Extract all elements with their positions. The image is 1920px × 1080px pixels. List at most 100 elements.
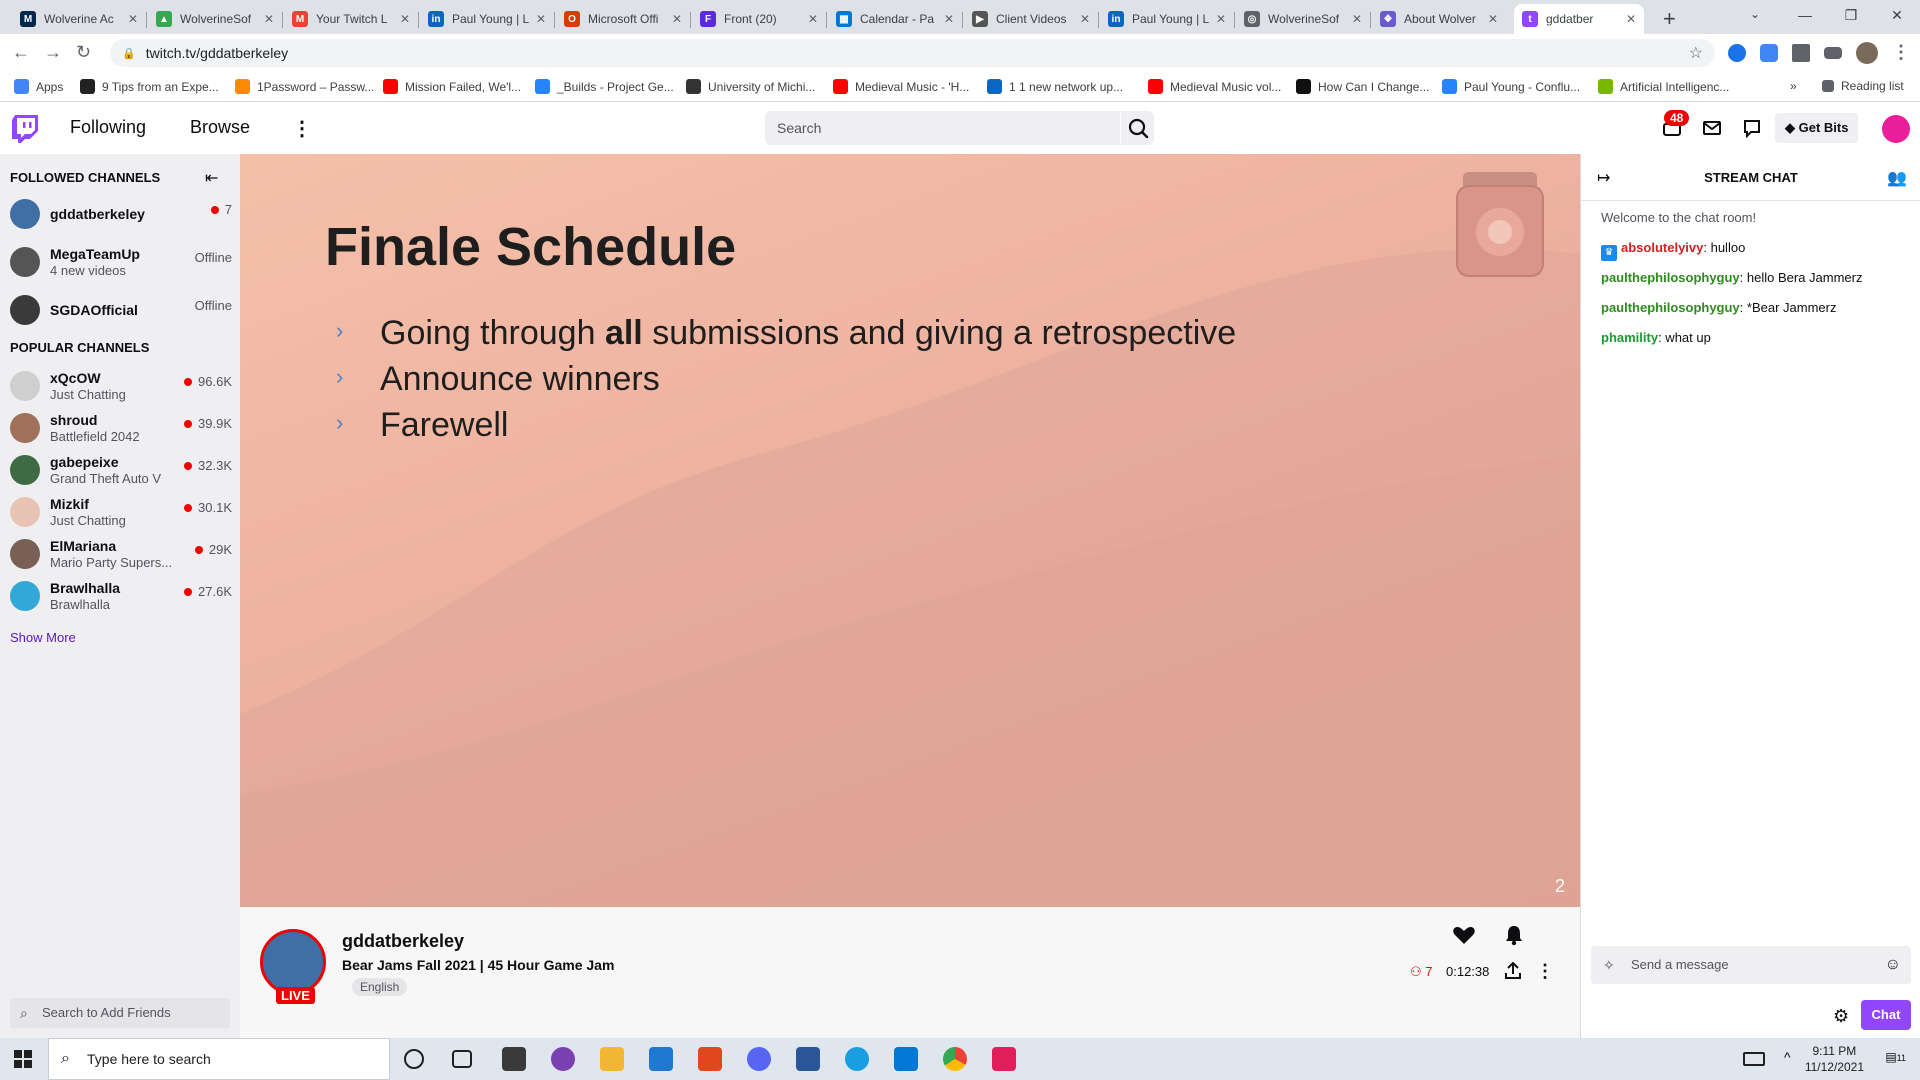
show-more-link[interactable]: Show More	[10, 630, 76, 645]
twitch-logo-icon[interactable]	[12, 115, 38, 143]
reload-icon[interactable]: ↻	[76, 42, 91, 63]
bookmark-item[interactable]: How Can I Change...	[1296, 79, 1429, 94]
more-menu-icon[interactable]: ⋮	[292, 116, 312, 141]
close-tab-icon[interactable]: ✕	[1080, 12, 1090, 26]
browser-tab[interactable]: ❖ About Wolver ✕	[1372, 4, 1506, 34]
browser-menu-icon[interactable]: ⋮	[1892, 42, 1910, 63]
more-bookmarks-button[interactable]: »	[1790, 79, 1797, 93]
nav-browse[interactable]: Browse	[190, 117, 250, 138]
bookmark-item[interactable]: 1Password – Passw...	[235, 79, 374, 94]
close-tab-icon[interactable]: ✕	[1352, 12, 1362, 26]
user-avatar[interactable]	[1882, 115, 1910, 143]
file-explorer-icon[interactable]	[600, 1047, 624, 1071]
vscode-icon[interactable]	[894, 1047, 918, 1071]
nav-following[interactable]: Following	[70, 117, 146, 138]
browser-tab[interactable]: ▲ WolverineSof ✕	[148, 4, 282, 34]
language-tag[interactable]: English	[352, 978, 408, 996]
bookmark-item[interactable]: Mission Failed, We'l...	[383, 79, 521, 94]
lock-icon[interactable]: 🔒	[122, 47, 136, 60]
bookmark-item[interactable]: Medieval Music vol...	[1148, 79, 1281, 94]
browser-tab[interactable]: t gddatber ✕	[1514, 4, 1644, 34]
channel-name[interactable]: gddatberkeley	[342, 931, 464, 952]
whispers-inbox-icon[interactable]	[1702, 118, 1722, 138]
chat-username[interactable]: paulthephilosophyguy	[1601, 270, 1740, 285]
close-tab-icon[interactable]: ✕	[264, 12, 274, 26]
extensions-puzzle-icon[interactable]	[1792, 44, 1810, 62]
follow-heart-icon[interactable]	[1448, 919, 1480, 951]
system-clock[interactable]: 9:11 PM 11/12/2021	[1805, 1043, 1864, 1075]
chat-username[interactable]: paulthephilosophyguy	[1601, 300, 1740, 315]
mail-icon[interactable]	[649, 1047, 673, 1071]
get-bits-button[interactable]: ◆ Get Bits	[1775, 113, 1859, 143]
media-controls-icon[interactable]	[1824, 47, 1842, 59]
maximize-button[interactable]: ❐	[1828, 0, 1874, 30]
browser-tab[interactable]: M Your Twitch L ✕	[284, 4, 418, 34]
close-tab-icon[interactable]: ✕	[128, 12, 138, 26]
back-icon[interactable]: ←	[12, 42, 30, 63]
collapse-sidebar-icon[interactable]: ⇤	[205, 168, 218, 188]
sidebar-channel[interactable]: Mizkif Just Chatting 30.1K	[10, 494, 232, 532]
sidebar-channel[interactable]: Brawlhalla Brawlhalla 27.6K	[10, 578, 232, 616]
chat-send-button[interactable]: Chat	[1861, 1000, 1911, 1030]
taskbar-search-input[interactable]: ⌕ Type here to search	[48, 1038, 390, 1080]
notification-bell-icon[interactable]	[1498, 919, 1530, 951]
bookmark-item[interactable]: Artificial Intelligenc...	[1598, 79, 1729, 94]
close-tab-icon[interactable]: ✕	[536, 12, 546, 26]
profile-avatar[interactable]	[1856, 42, 1878, 64]
emote-picker-icon[interactable]: ☺	[1885, 946, 1901, 984]
close-tab-icon[interactable]: ✕	[1216, 12, 1226, 26]
chrome-icon[interactable]	[943, 1047, 967, 1071]
close-window-button[interactable]: ✕	[1874, 0, 1920, 30]
share-icon[interactable]	[1503, 961, 1523, 981]
community-icon[interactable]: 👥	[1887, 168, 1907, 188]
keyboard-icon[interactable]	[1743, 1052, 1765, 1066]
microsoft-store-icon[interactable]	[502, 1047, 526, 1071]
close-tab-icon[interactable]: ✕	[1626, 12, 1636, 26]
whispers-icon[interactable]	[1742, 118, 1762, 138]
sidebar-channel[interactable]: ElMariana Mario Party Supers... 29K	[10, 536, 232, 574]
close-tab-icon[interactable]: ✕	[1488, 12, 1498, 26]
cortana-icon[interactable]	[404, 1049, 424, 1069]
address-bar[interactable]: 🔒 twitch.tv/gddatberkeley ☆	[110, 39, 1715, 67]
browser-tab[interactable]: in Paul Young | L ✕	[1100, 4, 1234, 34]
chat-settings-gear-icon[interactable]: ⚙	[1833, 1006, 1849, 1027]
close-tab-icon[interactable]: ✕	[944, 12, 954, 26]
reading-list-button[interactable]: Reading list	[1822, 79, 1904, 93]
new-tab-button[interactable]: +	[1663, 6, 1676, 32]
sidebar-channel[interactable]: shroud Battlefield 2042 39.9K	[10, 410, 232, 448]
extension-screencast-icon[interactable]	[1760, 44, 1778, 62]
chat-username[interactable]: absolutelyivy	[1621, 240, 1703, 255]
browser-tab[interactable]: ◎ WolverineSof ✕	[1236, 4, 1370, 34]
close-tab-icon[interactable]: ✕	[400, 12, 410, 26]
bookmark-item[interactable]: 9 Tips from an Expe...	[80, 79, 219, 94]
bookmark-item[interactable]: _Builds - Project Ge...	[535, 79, 674, 94]
tab-search-icon[interactable]: ⌄	[1750, 7, 1760, 21]
search-input[interactable]: Search	[765, 111, 1120, 145]
bookmark-item[interactable]: Apps	[14, 79, 63, 94]
slack-icon[interactable]	[992, 1047, 1016, 1071]
friend-search-input[interactable]: ⌕ Search to Add Friends	[10, 998, 230, 1028]
bookmark-item[interactable]: 1 1 new network up...	[987, 79, 1123, 94]
office-icon[interactable]	[698, 1047, 722, 1071]
browser-tab[interactable]: ▦ Calendar - Pa ✕	[828, 4, 962, 34]
close-tab-icon[interactable]: ✕	[808, 12, 818, 26]
browser-tab[interactable]: ▶ Client Videos ✕	[964, 4, 1098, 34]
action-center-icon[interactable]: ▤11	[1885, 1050, 1906, 1064]
sidebar-channel[interactable]: xQcOW Just Chatting 96.6K	[10, 368, 232, 406]
forward-icon[interactable]: →	[44, 42, 62, 63]
extension-1password-icon[interactable]	[1728, 44, 1746, 62]
more-options-icon[interactable]: ⋮	[1536, 961, 1554, 982]
minimize-button[interactable]: —	[1782, 0, 1828, 30]
chat-username[interactable]: phamility	[1601, 330, 1658, 345]
channel-avatar[interactable]	[260, 929, 326, 995]
close-tab-icon[interactable]: ✕	[672, 12, 682, 26]
browser-tab[interactable]: M Wolverine Ac ✕	[12, 4, 146, 34]
edge-icon[interactable]	[845, 1047, 869, 1071]
chat-input[interactable]: ✧ Send a message ☺	[1591, 946, 1911, 984]
sidebar-channel[interactable]: MegaTeamUp 4 new videos Offline	[10, 244, 232, 282]
sidebar-channel[interactable]: gddatberkeley 7	[10, 196, 232, 234]
sidebar-channel[interactable]: gabepeixe Grand Theft Auto V 32.3K	[10, 452, 232, 490]
browser-tab[interactable]: F Front (20) ✕	[692, 4, 826, 34]
windows-start-icon[interactable]	[14, 1050, 32, 1068]
bookmark-item[interactable]: University of Michi...	[686, 79, 815, 94]
